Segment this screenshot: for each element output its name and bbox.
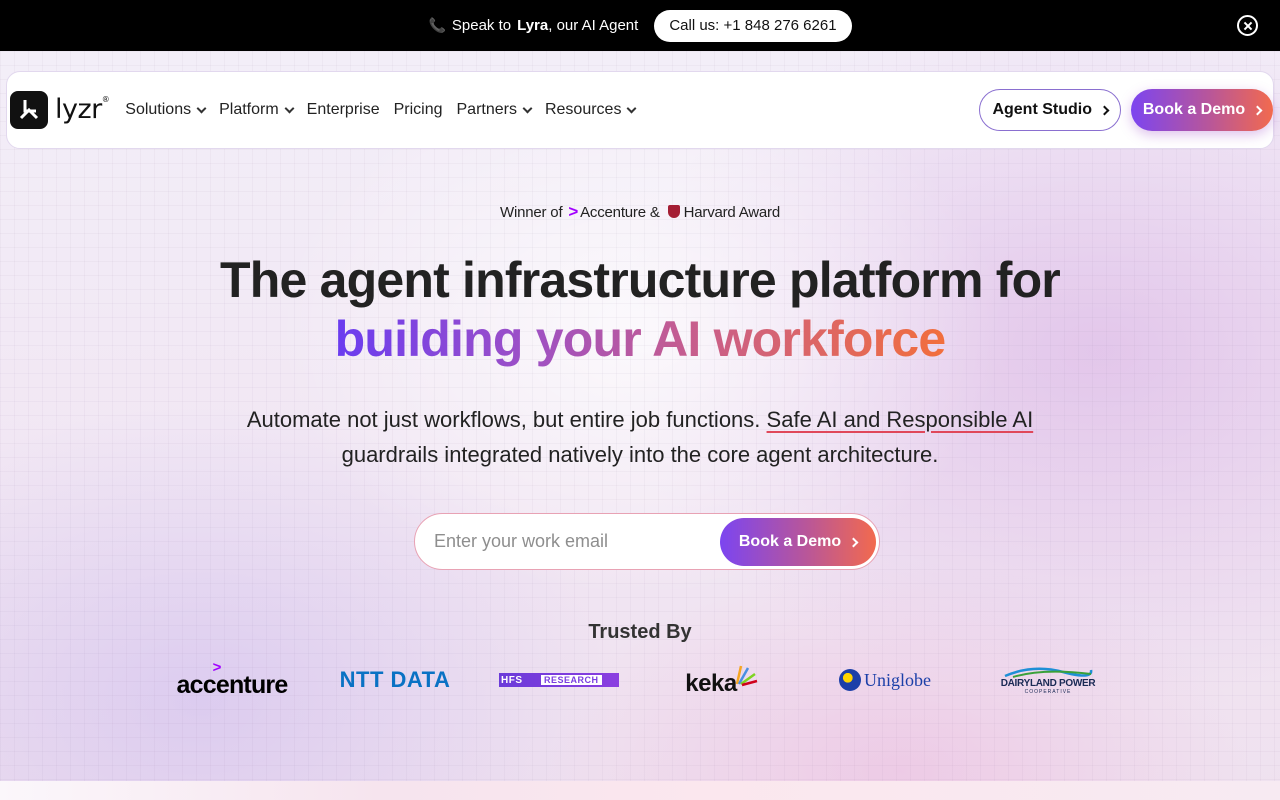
nav-item-resources[interactable]: Resources — [545, 95, 637, 125]
dairyland-power-logo: DAIRYLAND POWER COOPERATIVE — [1000, 660, 1096, 700]
chevron-down-icon — [522, 103, 533, 113]
close-icon[interactable] — [1237, 15, 1258, 36]
uniglobe-logo: Uniglobe — [838, 660, 932, 700]
speak-to-lyra-link[interactable]: 📞 Speak to Lyra, our AI Agent — [428, 17, 638, 34]
accenture-chevron-icon: > — [568, 202, 579, 221]
nav-item-platform[interactable]: Platform — [219, 95, 295, 125]
next-section-strip — [0, 781, 1280, 800]
keka-spark-icon — [735, 665, 758, 687]
accenture-logo: > accenture — [176, 659, 289, 699]
chevron-down-icon — [196, 103, 207, 113]
responsible-ai-link[interactable]: Safe AI and Responsible AI — [767, 407, 1034, 432]
trusted-by-heading: Trusted By — [588, 621, 692, 643]
nav-item-solutions[interactable]: Solutions — [125, 95, 207, 125]
chevron-right-icon — [1252, 105, 1263, 115]
hero-subtext: Automate not just workflows, but entire … — [246, 407, 1034, 467]
hfs-research-logo: HFS RESEARCH — [499, 660, 619, 700]
nav-item-pricing[interactable]: Pricing — [394, 95, 443, 125]
chevron-down-icon — [284, 103, 295, 113]
call-us-button[interactable]: Call us: +1 848 276 6261 — [654, 9, 852, 42]
chevron-right-icon — [848, 537, 859, 547]
demo-email-form: Book a Demo — [414, 513, 880, 570]
ntt-data-logo: NTT DATA — [339, 667, 451, 692]
phone-icon: 📞 — [428, 17, 446, 33]
hero-headline-gradient: building your AI workforce — [334, 311, 947, 367]
globe-icon — [839, 669, 861, 691]
chevron-down-icon — [627, 103, 637, 113]
dairyland-wave-icon — [1004, 667, 1093, 678]
announcement-bar: 📞 Speak to Lyra, our AI Agent Call us: +… — [0, 0, 1280, 51]
book-demo-nav-button[interactable]: Book a Demo — [1131, 89, 1273, 131]
speak-suffix: , our AI Agent — [548, 17, 639, 34]
main-navbar: lyzr® Solutions Platform Enterprise Pric… — [6, 71, 1274, 149]
speak-prefix: Speak to — [451, 17, 512, 34]
logo-text: lyzr® — [55, 93, 110, 125]
nav-item-partners[interactable]: Partners — [457, 95, 533, 125]
speak-name: Lyra — [517, 17, 549, 34]
harvard-shield-icon — [667, 205, 680, 218]
agent-studio-button[interactable]: Agent Studio — [979, 89, 1121, 131]
client-logos: > accenture NTT DATA HFS RESEARCH keka U… — [0, 660, 1280, 700]
book-demo-submit-button[interactable]: Book a Demo — [720, 518, 876, 566]
work-email-input[interactable] — [434, 531, 714, 552]
nav-item-enterprise[interactable]: Enterprise — [307, 95, 380, 125]
lyzr-logo-icon — [10, 91, 48, 129]
nav-links: Solutions Platform Enterprise Pricing Pa… — [125, 95, 649, 125]
hero-headline: The agent infrastructure platform for — [220, 252, 1061, 308]
award-badge: Winner of > Accenture & Harvard Award — [500, 202, 780, 221]
chevron-right-icon — [1099, 105, 1110, 115]
nav-actions: Agent Studio Book a Demo — [979, 89, 1273, 131]
keka-logo: keka — [682, 660, 762, 700]
lyzr-logo[interactable]: lyzr® — [10, 91, 110, 129]
